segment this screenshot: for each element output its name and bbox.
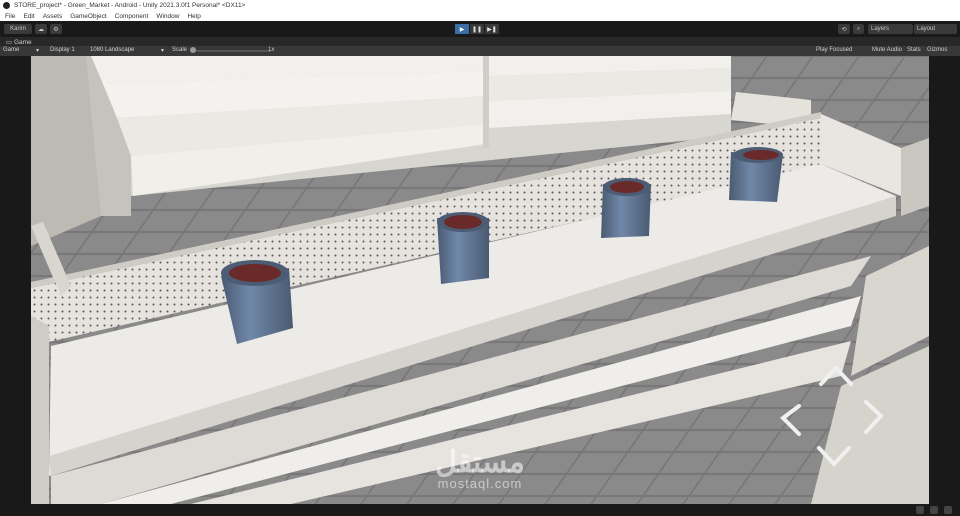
play-icon[interactable]: ▶ [455,24,469,34]
viewport-letterbox-right [929,56,960,504]
notification-icon[interactable] [944,506,952,514]
scene-render [31,56,929,504]
history-icon[interactable]: ⟲ [838,24,850,34]
menu-window[interactable]: Window [156,13,179,20]
gizmos-dropdown[interactable]: Gizmos [927,47,947,53]
account-button[interactable]: Karim [4,24,32,34]
pause-icon[interactable]: ❚❚ [470,24,484,34]
can-3[interactable] [601,178,651,238]
play-controls: ▶ ❚❚ ▶❚ [455,24,500,34]
chevron-down-icon: ▾ [36,48,40,54]
progress-icon[interactable] [916,506,924,514]
resolution-dropdown[interactable]: 1080 Landscape [90,47,134,53]
menu-edit[interactable]: Edit [23,13,34,20]
play-mode-dropdown[interactable]: Play Focused [816,47,852,53]
scale-slider-track[interactable] [193,50,271,52]
can-4[interactable] [729,147,783,202]
can-2[interactable] [437,212,489,284]
stats-toggle[interactable]: Stats [907,47,921,53]
mute-audio-toggle[interactable]: Mute Audio [872,47,902,53]
display-dropdown[interactable]: Display 1 [50,47,75,53]
scale-slider-knob[interactable] [190,47,196,53]
search-icon[interactable]: ⌕ [853,24,864,34]
collab-icon[interactable]: ⚙ [50,24,62,34]
menu-assets[interactable]: Assets [43,13,63,20]
scale-value: 1x [268,47,275,53]
display-type-dropdown[interactable]: Game [3,47,19,53]
game-tab-icon: ▭ [6,38,14,46]
menu-component[interactable]: Component [115,13,149,20]
viewport-letterbox-left [0,56,31,504]
window-title-bar: STORE_project* - Green_Market - Android … [0,0,960,11]
cloud-icon[interactable]: ☁ [35,24,47,34]
scale-label: Scale [172,47,188,53]
layers-dropdown[interactable]: Layers [868,24,913,34]
menu-help[interactable]: Help [187,13,200,20]
menu-gameobject[interactable]: GameObject [70,13,107,20]
step-icon[interactable]: ▶❚ [485,24,499,34]
window-title: STORE_project* - Green_Market - Android … [14,2,246,9]
tab-game[interactable]: ▭ Game [0,38,38,46]
mostaql-watermark: مستقل mostaql.com [435,446,525,491]
unity-logo-icon [3,2,10,9]
chevron-down-icon: ▾ [161,48,165,54]
layout-dropdown[interactable]: Layout [914,24,957,34]
game-viewport[interactable] [31,56,929,504]
debug-icon[interactable] [930,506,938,514]
menu-file[interactable]: File [5,13,15,20]
menu-bar: File Edit Assets GameObject Component Wi… [0,11,960,21]
main-toolbar: Karim ☁ ⚙ ▶ ❚❚ ▶❚ ⟲ ⌕ Layers Layout [0,21,960,38]
status-bar [0,504,960,516]
